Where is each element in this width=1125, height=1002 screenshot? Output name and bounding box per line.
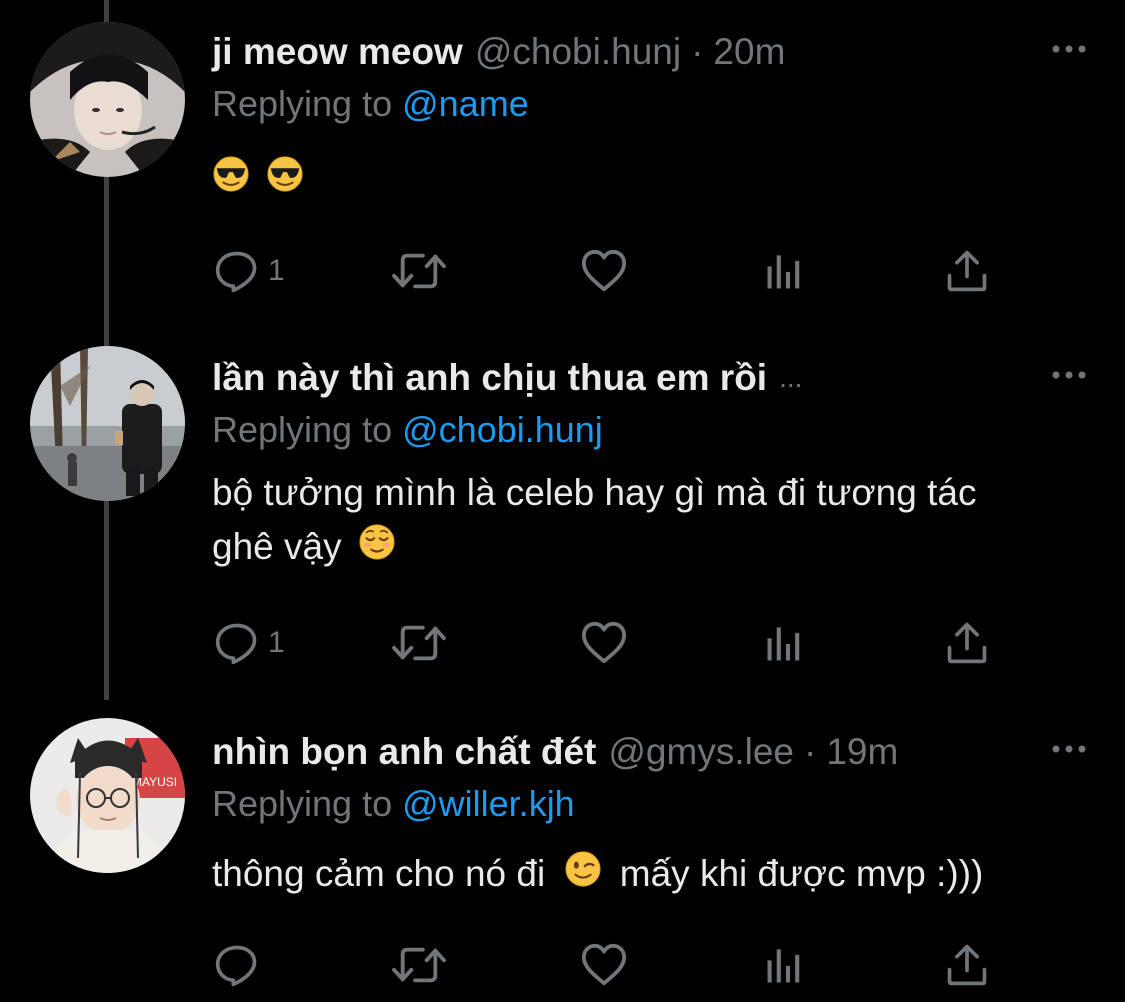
avatar[interactable]: MAYUSI (30, 718, 185, 873)
share-button[interactable] (944, 618, 990, 668)
analytics-button[interactable] (762, 940, 808, 990)
like-icon (580, 247, 628, 295)
winking-face-emoji (564, 849, 602, 903)
analytics-icon (762, 248, 808, 294)
avatar[interactable] (30, 346, 185, 501)
timestamp[interactable]: 20m (713, 30, 785, 74)
action-bar (212, 940, 1012, 990)
replying-to-label: Replying to (212, 409, 393, 450)
replying-to-mention[interactable]: @name (402, 83, 529, 124)
tweet-text-line: bộ tưởng mình là celeb hay gì mà đi tươn… (212, 472, 977, 513)
tweet[interactable]: ji meow meow @chobi.hunj · 20m Replying … (0, 0, 1125, 340)
replying-to-line: Replying to @chobi.hunj (212, 408, 603, 452)
reply-count: 1 (268, 254, 285, 287)
action-bar: 1 (212, 246, 1012, 296)
name-truncation: ... (779, 362, 803, 393)
display-name[interactable]: nhìn bọn anh chất đét (212, 730, 596, 774)
share-button[interactable] (944, 246, 990, 296)
replying-to-mention[interactable]: @chobi.hunj (402, 409, 603, 450)
tweet-text: thông cảm cho nó đi mấy khi được mvp :))… (212, 847, 1082, 903)
tweet-text-fragment: ghê vậy (212, 526, 342, 567)
avatar[interactable] (30, 22, 185, 177)
replying-to-label: Replying to (212, 83, 393, 124)
action-bar: 1 (212, 618, 1012, 668)
analytics-icon (762, 942, 808, 988)
reply-button[interactable]: 1 (214, 618, 285, 668)
more-options-icon[interactable] (1049, 34, 1089, 64)
replying-to-line: Replying to @name (212, 82, 529, 126)
reply-icon (214, 248, 260, 294)
smiling-face-with-sunglasses-emoji (212, 154, 250, 208)
retweet-button[interactable] (390, 940, 448, 990)
tweet-text-line: ghê vậy (212, 520, 1082, 576)
tweet-header: ji meow meow @chobi.hunj · 20m (212, 30, 785, 74)
display-name[interactable]: lần này thì anh chịu thua em rồi (212, 356, 767, 400)
analytics-icon (762, 620, 808, 666)
separator-dot: · (804, 731, 817, 772)
timestamp[interactable]: 19m (826, 730, 898, 774)
tweet-text-fragment: thông cảm cho nó đi (212, 853, 546, 894)
replying-to-line: Replying to @willer.kjh (212, 782, 575, 826)
tweet-text-fragment: mấy khi được mvp :))) (619, 853, 984, 894)
tweet-header: nhìn bọn anh chất đét @gmys.lee · 19m (212, 730, 898, 774)
retweet-icon (390, 247, 448, 295)
retweet-icon (390, 941, 448, 989)
retweet-button[interactable] (390, 246, 448, 296)
replying-to-label: Replying to (212, 783, 393, 824)
like-icon (580, 619, 628, 667)
share-icon (944, 942, 990, 988)
share-icon (944, 248, 990, 294)
analytics-button[interactable] (762, 246, 808, 296)
smiling-face-with-sunglasses-emoji (266, 154, 304, 208)
analytics-button[interactable] (762, 618, 808, 668)
like-icon (580, 941, 628, 989)
reply-count: 1 (268, 626, 285, 659)
tweet-header: lần này thì anh chịu thua em rồi ... (212, 356, 802, 400)
share-icon (944, 620, 990, 666)
user-handle[interactable]: @chobi.hunj (475, 30, 681, 74)
share-button[interactable] (944, 940, 990, 990)
tweet-text: bộ tưởng mình là celeb hay gì mà đi tươn… (212, 466, 1082, 576)
retweet-icon (390, 619, 448, 667)
replying-to-mention[interactable]: @willer.kjh (402, 783, 575, 824)
reply-icon (214, 942, 260, 988)
reply-thread: ji meow meow @chobi.hunj · 20m Replying … (0, 0, 1125, 1002)
like-button[interactable] (580, 246, 628, 296)
separator-dot: · (691, 31, 704, 72)
retweet-button[interactable] (390, 618, 448, 668)
reply-icon (214, 620, 260, 666)
tweet[interactable]: MAYUSI nhìn bọn anh chất đét @gmys.lee ·… (0, 700, 1125, 1002)
relieved-face-emoji (358, 522, 396, 576)
more-options-icon[interactable] (1049, 360, 1089, 390)
like-button[interactable] (580, 618, 628, 668)
reply-button[interactable]: 1 (214, 246, 285, 296)
tweet[interactable]: lần này thì anh chịu thua em rồi ... Rep… (0, 326, 1125, 706)
like-button[interactable] (580, 940, 628, 990)
display-name[interactable]: ji meow meow (212, 30, 463, 74)
more-options-icon[interactable] (1049, 734, 1089, 764)
user-handle[interactable]: @gmys.lee (608, 730, 794, 774)
tweet-text (212, 152, 1082, 208)
reply-button[interactable] (214, 940, 268, 990)
